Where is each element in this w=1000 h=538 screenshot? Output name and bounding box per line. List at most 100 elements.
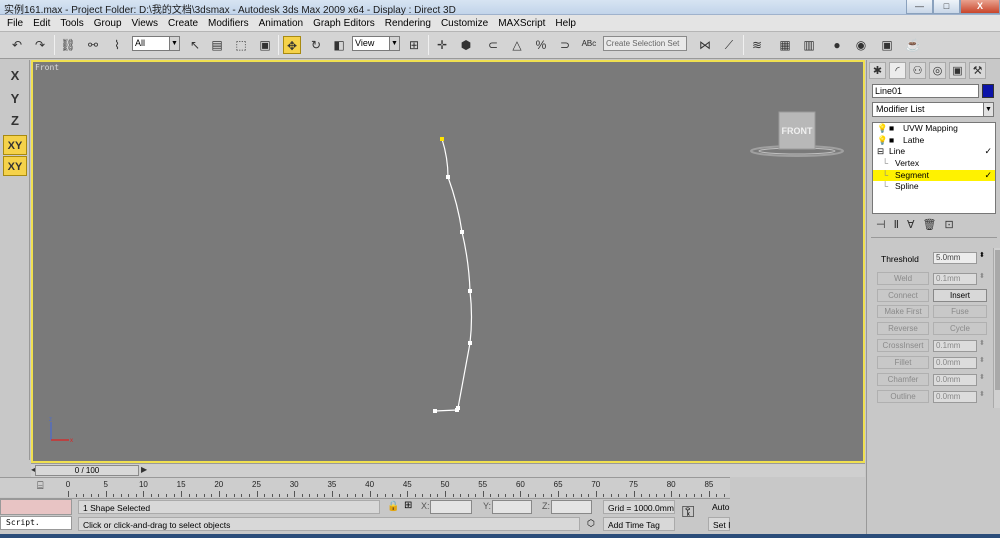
menu-help[interactable]: Help: [550, 18, 581, 29]
create-tab-icon[interactable]: ✱: [869, 62, 886, 79]
chamfer-spinner[interactable]: 0.0mm: [933, 374, 977, 386]
menu-tools[interactable]: Tools: [55, 18, 88, 29]
stack-item-lathe[interactable]: 💡 ■ Lathe: [873, 135, 995, 147]
select-object-icon[interactable]: ↖: [186, 36, 204, 54]
weld-spinner[interactable]: 0.1mm: [933, 273, 977, 285]
remove-modifier-icon[interactable]: 🗑: [923, 218, 937, 234]
material-editor-icon[interactable]: ●: [828, 36, 846, 54]
spinner-arrows-icon[interactable]: ⬍: [979, 272, 985, 280]
mini-curve-editor-icon[interactable]: ⌸: [37, 480, 44, 493]
object-name-input[interactable]: Line01: [872, 84, 979, 98]
spinner-arrows-icon[interactable]: ⬍: [979, 373, 985, 381]
stack-item-spline[interactable]: └ Spline: [873, 181, 995, 193]
y-coordinate-field[interactable]: [492, 500, 532, 514]
maxscript-input[interactable]: Script.: [0, 516, 72, 530]
stack-item-line[interactable]: ⊟ Line ✓: [873, 146, 995, 158]
utilities-tab-icon[interactable]: ⚒: [969, 62, 986, 79]
named-selection-input[interactable]: Create Selection Set: [603, 36, 687, 51]
bind-space-warp-icon[interactable]: ⌇: [108, 36, 126, 54]
angle-snap-icon[interactable]: △: [508, 36, 526, 54]
stack-item-segment[interactable]: └ Segment ✓: [873, 169, 995, 182]
spinner-arrows-icon[interactable]: ⬍: [979, 251, 985, 259]
spline-vertex[interactable]: [468, 341, 472, 345]
rendered-frame-window-icon[interactable]: ▣: [878, 36, 896, 54]
track-bar[interactable]: ⌸ 0 5 10 15 20 25 30 35 40 45 50 55 60 65 70 75 80 85: [0, 477, 730, 497]
lock-icon[interactable]: 🔒: [387, 501, 399, 512]
viewcube[interactable]: FRONT: [750, 111, 844, 157]
spline-vertex[interactable]: [446, 175, 450, 179]
redo-icon[interactable]: ↷: [31, 36, 49, 54]
unlink-icon[interactable]: ⚯: [84, 36, 102, 54]
maximize-button[interactable]: □: [933, 0, 960, 14]
frame-ruler[interactable]: 0 5 10 15 20 25 30 35 40 45 50 55 60 65 70 75 80 85: [66, 479, 728, 497]
collapse-icon[interactable]: ⊟: [877, 146, 884, 158]
menu-file[interactable]: File: [2, 18, 28, 29]
z-coordinate-field[interactable]: [551, 500, 592, 514]
outline-spinner[interactable]: 0.0mm: [933, 391, 977, 403]
spinner-arrows-icon[interactable]: ⬍: [979, 356, 985, 364]
render-setup-icon[interactable]: ◉: [852, 36, 870, 54]
time-tag-icon[interactable]: ⬡: [587, 518, 595, 529]
crossinsert-spinner[interactable]: 0.1mm: [933, 340, 977, 352]
render-teapot-icon[interactable]: ☕: [904, 36, 922, 54]
menu-maxscript[interactable]: MAXScript: [493, 18, 550, 29]
stack-item-vertex[interactable]: └ Vertex: [873, 158, 995, 170]
configure-sets-icon[interactable]: ⊡: [945, 218, 954, 234]
selection-filter-dropdown[interactable]: All ▼: [132, 36, 180, 51]
first-vertex[interactable]: [440, 137, 444, 141]
expand-icon[interactable]: ■: [889, 135, 894, 147]
scrollbar-thumb[interactable]: [995, 250, 1000, 390]
keyboard-shortcut-icon[interactable]: ⬢: [457, 36, 475, 54]
make-unique-icon[interactable]: ∀: [907, 218, 915, 234]
mirror-icon[interactable]: ⋈: [696, 36, 714, 54]
maxscript-listener-mini[interactable]: [0, 499, 72, 515]
menu-animation[interactable]: Animation: [254, 18, 308, 29]
insert-button[interactable]: Insert: [933, 289, 987, 302]
reverse-button[interactable]: Reverse: [877, 322, 929, 335]
axis-xy-cycle-button[interactable]: XY: [3, 156, 27, 176]
auto-key-button[interactable]: Auto: [708, 500, 730, 514]
select-and-scale-icon[interactable]: ◧: [330, 36, 348, 54]
pin-stack-icon[interactable]: ⊣: [876, 218, 886, 234]
show-end-result-icon[interactable]: Ⅱ: [894, 218, 899, 234]
axis-y-button[interactable]: Y: [3, 89, 27, 109]
chevron-right-icon[interactable]: ▶: [141, 465, 147, 474]
edit-named-selection-icon[interactable]: ᴬᴮᶜ: [580, 36, 598, 54]
menu-modifiers[interactable]: Modifiers: [203, 18, 254, 29]
hierarchy-tab-icon[interactable]: ⚇: [909, 62, 926, 79]
window-crossing-icon[interactable]: ▣: [256, 36, 274, 54]
time-slider[interactable]: ◀ 0 / 100 ▶: [31, 463, 865, 477]
select-and-rotate-icon[interactable]: ↻: [307, 36, 325, 54]
spline-vertex[interactable]: [468, 289, 472, 293]
select-and-link-icon[interactable]: ⛓: [59, 36, 77, 54]
stack-item-uvw-mapping[interactable]: 💡 ■ UVW Mapping: [873, 123, 995, 135]
outline-button[interactable]: Outline: [877, 390, 929, 403]
axis-x-button[interactable]: X: [3, 66, 27, 86]
pivot-center-icon[interactable]: ⊞: [405, 36, 423, 54]
make-first-button[interactable]: Make First: [877, 305, 929, 318]
fuse-button[interactable]: Fuse: [933, 305, 987, 318]
menu-views[interactable]: Views: [127, 18, 164, 29]
menu-create[interactable]: Create: [163, 18, 203, 29]
curve-editor-icon[interactable]: ▦: [776, 36, 794, 54]
spline-vertex[interactable]: [433, 409, 437, 413]
menu-group[interactable]: Group: [89, 18, 127, 29]
x-coordinate-field[interactable]: [430, 500, 472, 514]
menu-edit[interactable]: Edit: [28, 18, 55, 29]
schematic-view-icon[interactable]: ▥: [800, 36, 818, 54]
fillet-spinner[interactable]: 0.0mm: [933, 357, 977, 369]
axis-z-button[interactable]: Z: [3, 111, 27, 131]
menu-customize[interactable]: Customize: [436, 18, 493, 29]
menu-graph-editors[interactable]: Graph Editors: [308, 18, 380, 29]
chamfer-button[interactable]: Chamfer: [877, 373, 929, 386]
threshold-spinner[interactable]: 5.0mm: [933, 252, 977, 264]
motion-tab-icon[interactable]: ◎: [929, 62, 946, 79]
layer-manager-icon[interactable]: ≋: [748, 36, 766, 54]
expand-icon[interactable]: ■: [889, 123, 894, 135]
absolute-mode-icon[interactable]: ⊞: [404, 500, 412, 511]
close-button[interactable]: X: [960, 0, 1000, 14]
display-tab-icon[interactable]: ▣: [949, 62, 966, 79]
spinner-snap-icon[interactable]: ⊃: [556, 36, 574, 54]
front-viewport[interactable]: Front FRONT z x: [31, 60, 865, 463]
spinner-arrows-icon[interactable]: ⬍: [979, 390, 985, 398]
